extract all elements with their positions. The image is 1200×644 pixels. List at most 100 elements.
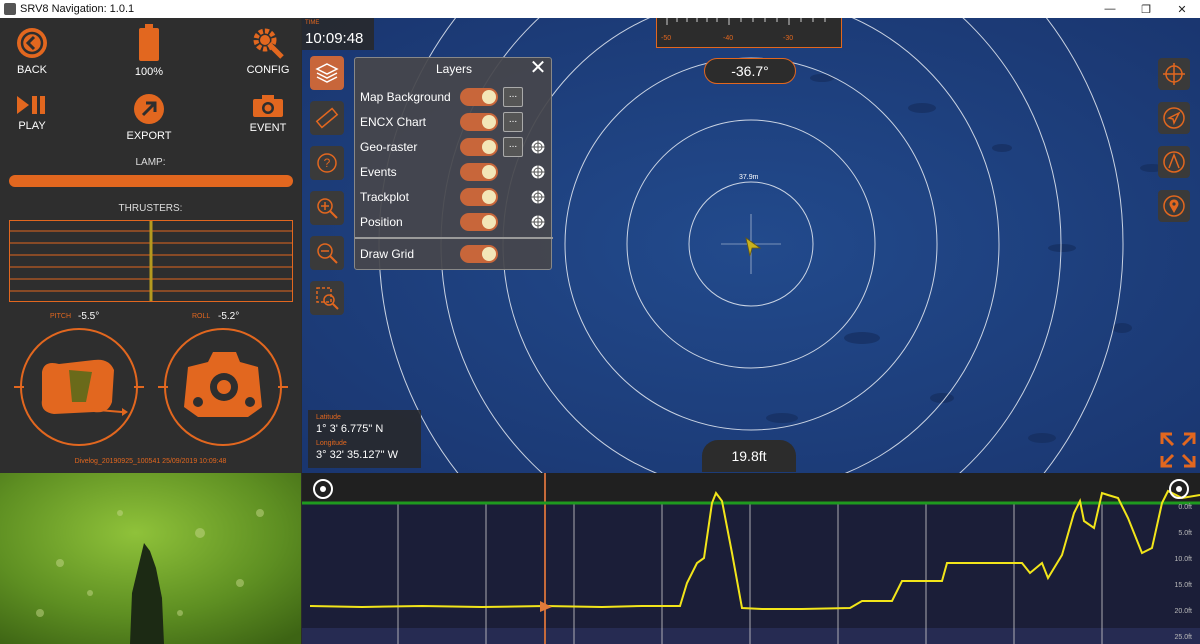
longitude-label: Longitude: [316, 440, 347, 447]
layer-options-button[interactable]: ...: [503, 87, 523, 107]
north-arrow-icon: [1163, 151, 1185, 173]
wrench-gear-icon: [253, 28, 284, 59]
layer-name: Draw Grid: [360, 247, 415, 261]
compass-ticks: [666, 18, 826, 25]
longitude-value: 3° 32' 35.127" W: [316, 449, 398, 461]
minimize-button[interactable]: —: [1092, 0, 1128, 18]
compass-strip: -50 -40 -30: [656, 18, 842, 48]
event-button[interactable]: EVENT: [238, 94, 298, 134]
layer-options-button[interactable]: ...: [503, 137, 523, 157]
depth-tick-label: 25.0ft: [1174, 634, 1192, 641]
event-label: EVENT: [249, 122, 287, 134]
divelog-filename: Divelog_20190925_100541 25/09/2019 10:09…: [74, 458, 227, 465]
help-button[interactable]: ?: [310, 146, 344, 180]
export-button[interactable]: EXPORT: [119, 92, 179, 142]
depth-tick-label: 0.0ft: [1178, 504, 1192, 511]
compass-tick-label: -30: [783, 35, 794, 42]
layer-row-draw-grid: Draw Grid: [355, 243, 553, 265]
layer-toggle[interactable]: [460, 245, 498, 263]
ruler-icon: [315, 107, 339, 129]
measure-button[interactable]: [310, 101, 344, 135]
navigate-button[interactable]: [1158, 102, 1190, 134]
layer-toggle[interactable]: [460, 113, 498, 131]
zoom-area-icon: [316, 287, 339, 310]
compass-tick-label: -40: [723, 35, 734, 42]
play-button[interactable]: PLAY: [2, 94, 62, 132]
layers-divider: [355, 237, 553, 239]
depth-tick-label: 10.0ft: [1174, 556, 1192, 563]
depth-profile-graph: [302, 473, 1200, 644]
back-button[interactable]: BACK: [2, 26, 62, 76]
zoom-in-button[interactable]: [310, 191, 344, 225]
timeline-handle-icon: [1169, 479, 1189, 499]
layers-close-button[interactable]: ✕: [529, 58, 547, 78]
back-arrow-icon: [17, 28, 47, 58]
layer-row-position: Position: [355, 211, 553, 233]
locate-target-icon[interactable]: [530, 164, 546, 180]
export-label: EXPORT: [126, 130, 172, 142]
expand-icon: [1160, 432, 1196, 468]
time-label: TIME: [305, 20, 320, 26]
config-button[interactable]: CONFIG: [238, 26, 298, 76]
depth-tick-label: 5.0ft: [1178, 530, 1192, 537]
export-arrow-icon: [134, 94, 164, 124]
roll-label: ROLL: [192, 313, 211, 320]
add-marker-button[interactable]: [1158, 190, 1190, 222]
zoom-out-button[interactable]: [310, 236, 344, 270]
depth-readout: 19.8ft: [702, 440, 796, 472]
compass-tick-label: -50: [661, 35, 672, 42]
layer-name: Geo-raster: [360, 140, 418, 154]
thrusters-graph: [9, 220, 293, 302]
layers-panel: Layers ✕ Map Background ... ENCX Chart .…: [354, 57, 553, 270]
camera-image: [0, 473, 301, 644]
latitude-value: 1° 3' 6.775" N: [316, 423, 384, 435]
timeline-handle-icon: [313, 479, 333, 499]
profile-end-handle[interactable]: [1168, 478, 1190, 500]
battery-icon: [139, 24, 159, 61]
locate-target-icon[interactable]: [530, 139, 546, 155]
close-window-button[interactable]: ✕: [1164, 0, 1200, 18]
layer-row-encx-chart: ENCX Chart ...: [355, 111, 553, 133]
fullscreen-button[interactable]: [1160, 432, 1196, 473]
layer-options-button[interactable]: ...: [503, 112, 523, 132]
locate-target-icon[interactable]: [530, 214, 546, 230]
battery-indicator: 100%: [119, 24, 179, 78]
profile-start-handle[interactable]: [312, 478, 334, 500]
depth-tick-label: 15.0ft: [1174, 582, 1192, 589]
layer-row-map-background: Map Background ...: [355, 86, 553, 108]
zoom-area-button[interactable]: [310, 281, 344, 315]
map-view[interactable]: 37.9m TIME 10:09:48 -50 -40 -30 -36.7° ?…: [302, 18, 1200, 473]
layer-row-events: Events: [355, 161, 553, 183]
layer-name: Trackplot: [360, 190, 409, 204]
depth-profile-panel: 0.0ft 5.0ft 10.0ft 15.0ft 20.0ft 25.0ft: [302, 473, 1200, 644]
title-bar: SRV8 Navigation: 1.0.1 — ❐ ✕: [0, 0, 1200, 18]
maximize-button[interactable]: ❐: [1128, 0, 1164, 18]
pitch-label: PITCH: [50, 313, 71, 320]
layers-button[interactable]: [310, 56, 344, 90]
layer-toggle[interactable]: [460, 213, 498, 231]
layer-row-geo-raster: Geo-raster ...: [355, 136, 553, 158]
layer-toggle[interactable]: [460, 188, 498, 206]
window-title: SRV8 Navigation: 1.0.1: [20, 3, 135, 15]
layer-toggle[interactable]: [460, 163, 498, 181]
north-up-button[interactable]: [1158, 146, 1190, 178]
lamp-label: LAMP:: [135, 157, 166, 168]
layer-toggle[interactable]: [460, 88, 498, 106]
config-label: CONFIG: [246, 64, 290, 76]
coordinates-display: Latitude 1° 3' 6.775" N Longitude 3° 32'…: [308, 410, 421, 468]
range-ring-label: 37.9m: [739, 174, 759, 181]
camera-icon: [253, 95, 283, 117]
layer-name: Position: [360, 215, 403, 229]
layer-name: ENCX Chart: [360, 115, 427, 129]
locate-target-icon[interactable]: [530, 189, 546, 205]
depth-tick-label: 20.0ft: [1174, 608, 1192, 615]
svg-text:?: ?: [324, 156, 331, 170]
layer-toggle[interactable]: [460, 138, 498, 156]
layers-icon: [315, 63, 339, 83]
center-position-button[interactable]: [1158, 58, 1190, 90]
thrusters-bars: [10, 221, 292, 301]
back-label: BACK: [17, 64, 47, 76]
heading-readout: -36.7°: [704, 58, 796, 84]
lamp-level-slider[interactable]: [9, 175, 293, 187]
layer-row-trackplot: Trackplot: [355, 186, 553, 208]
